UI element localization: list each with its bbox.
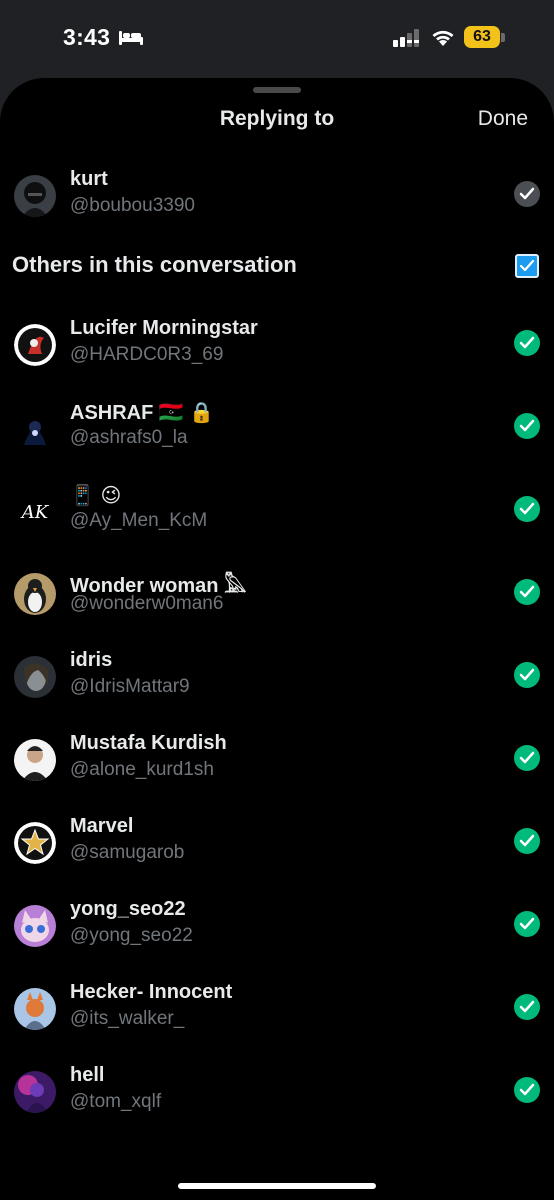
avatar xyxy=(14,739,56,781)
user-handle: @IdrisMattar9 xyxy=(70,676,190,697)
user-handle: @HARDC0R3_69 xyxy=(70,344,224,365)
select-all-checkbox[interactable] xyxy=(515,254,539,278)
section-header: Others in this conversation xyxy=(12,252,297,277)
user-name: ASHRAF 🇱🇾 🔒 xyxy=(70,402,215,424)
done-button[interactable]: Done xyxy=(478,107,528,131)
wifi-icon xyxy=(430,27,456,52)
user-row[interactable]: AK 📱 😉 @Ay_Men_KcM xyxy=(0,479,554,562)
avatar xyxy=(14,656,56,698)
check-icon[interactable] xyxy=(514,994,540,1020)
avatar xyxy=(14,1071,56,1113)
check-icon[interactable] xyxy=(514,1077,540,1103)
check-icon[interactable] xyxy=(514,745,540,771)
avatar: AK xyxy=(14,490,56,532)
battery-icon: 63 xyxy=(464,26,500,48)
user-name: kurt xyxy=(70,168,108,190)
user-handle: @ashrafs0_la xyxy=(70,427,188,448)
user-row[interactable]: idris @IdrisMattar9 xyxy=(0,645,554,728)
check-icon[interactable] xyxy=(514,181,540,207)
avatar xyxy=(14,324,56,366)
reply-sheet: Replying to Done kurt @boubou3390 Others… xyxy=(0,78,554,1200)
avatar xyxy=(14,573,56,615)
user-name: yong_seo22 xyxy=(70,898,186,920)
user-handle: @boubou3390 xyxy=(70,195,195,216)
check-icon[interactable] xyxy=(514,662,540,688)
user-row[interactable]: ASHRAF 🇱🇾 🔒 @ashrafs0_la xyxy=(0,396,554,479)
user-row[interactable]: Lucifer Morningstar @HARDC0R3_69 xyxy=(0,313,554,396)
user-name: Hecker- Innocent xyxy=(70,981,233,1003)
check-icon[interactable] xyxy=(514,911,540,937)
check-icon[interactable] xyxy=(514,579,540,605)
battery-cap xyxy=(501,33,505,42)
avatar xyxy=(14,988,56,1030)
sheet-grabber[interactable] xyxy=(253,87,301,93)
user-row[interactable]: Marvel @samugarob xyxy=(0,811,554,894)
user-handle: @Ay_Men_KcM xyxy=(70,510,208,531)
bed-icon xyxy=(118,28,144,51)
user-row[interactable]: yong_seo22 @yong_seo22 xyxy=(0,894,554,977)
user-name: idris xyxy=(70,649,113,671)
user-name: Lucifer Morningstar xyxy=(70,317,258,339)
user-row[interactable]: Mustafa Kurdish @alone_kurd1sh xyxy=(0,728,554,811)
svg-text:AK: AK xyxy=(20,502,50,523)
user-row[interactable]: hell @tom_xqlf xyxy=(0,1060,554,1143)
user-handle: @alone_kurd1sh xyxy=(70,759,214,780)
status-bar: 3:43 63 xyxy=(0,0,554,78)
user-name: Mustafa Kurdish xyxy=(70,732,227,754)
user-handle: @its_walker_ xyxy=(70,1008,185,1029)
check-icon[interactable] xyxy=(514,330,540,356)
check-icon[interactable] xyxy=(514,828,540,854)
check-icon[interactable] xyxy=(514,413,540,439)
user-name: hell xyxy=(70,1064,105,1086)
status-time: 3:43 xyxy=(63,24,111,50)
user-row[interactable]: Hecker- Innocent @its_walker_ xyxy=(0,977,554,1060)
avatar xyxy=(14,175,56,217)
check-icon[interactable] xyxy=(514,496,540,522)
avatar xyxy=(14,905,56,947)
user-handle: @yong_seo22 xyxy=(70,925,193,946)
user-handle: @samugarob xyxy=(70,842,185,863)
user-name: Marvel xyxy=(70,815,134,837)
user-handle: @tom_xqlf xyxy=(70,1091,162,1112)
cellular-signal-icon xyxy=(393,29,421,52)
avatar xyxy=(14,407,56,449)
user-row[interactable]: Wonder woman 𓅓 @wonderw0man6 xyxy=(0,562,554,645)
avatar xyxy=(14,822,56,864)
home-indicator[interactable] xyxy=(178,1183,376,1189)
primary-user-row[interactable]: kurt @boubou3390 xyxy=(0,164,554,247)
user-name: 📱 😉 xyxy=(70,485,122,507)
user-handle: @wonderw0man6 xyxy=(70,593,224,614)
sheet-title: Replying to xyxy=(219,107,335,130)
